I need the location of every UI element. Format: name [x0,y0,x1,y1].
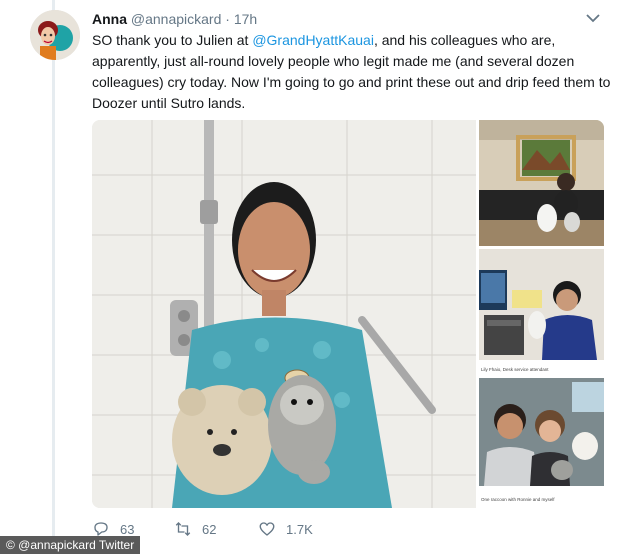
like-button[interactable]: 1.7K [258,518,313,540]
like-count: 1.7K [286,521,313,537]
thumbnail-caption-2: One raccoon with Ronnie and myself [481,497,555,502]
media-photos: Lily Fhaio, Desk service attendant One r… [92,120,604,508]
chevron-down-icon[interactable] [586,12,600,24]
author-name[interactable]: Anna [92,11,127,27]
thread-line [52,0,55,554]
thumbnail-caption-1: Lily Fhaio, Desk service attendant [481,367,549,372]
retweet-icon [175,522,191,536]
image-credit: © @annapickard Twitter [0,536,141,554]
timestamp[interactable]: 17h [234,11,257,27]
author-handle[interactable]: @annapickard [131,11,222,27]
reply-count: 63 [120,521,135,537]
separator-dot: · [225,11,230,27]
media-grid[interactable]: Lily Fhaio, Desk service attendant One r… [92,120,604,508]
main-photo[interactable] [92,120,476,508]
mention-link[interactable]: @GrandHyattKauai [252,32,374,48]
retweet-button[interactable]: 62 [174,518,216,540]
thumbnail-photo-3[interactable]: One raccoon with Ronnie and myself [479,378,604,508]
tweet-text: SO thank you to Julien at @GrandHyattKau… [92,30,612,114]
tweet-header: Anna @annapickard · 17h [92,10,257,28]
tweet-text-part: SO thank you to Julien at [92,32,253,48]
heart-icon [259,522,275,536]
avatar-image [30,10,80,60]
retweet-count: 62 [202,521,217,537]
thumbnail-photo-1[interactable] [479,120,604,246]
avatar[interactable] [30,10,80,60]
thumbnail-photo-2[interactable]: Lily Fhaio, Desk service attendant [479,249,604,375]
